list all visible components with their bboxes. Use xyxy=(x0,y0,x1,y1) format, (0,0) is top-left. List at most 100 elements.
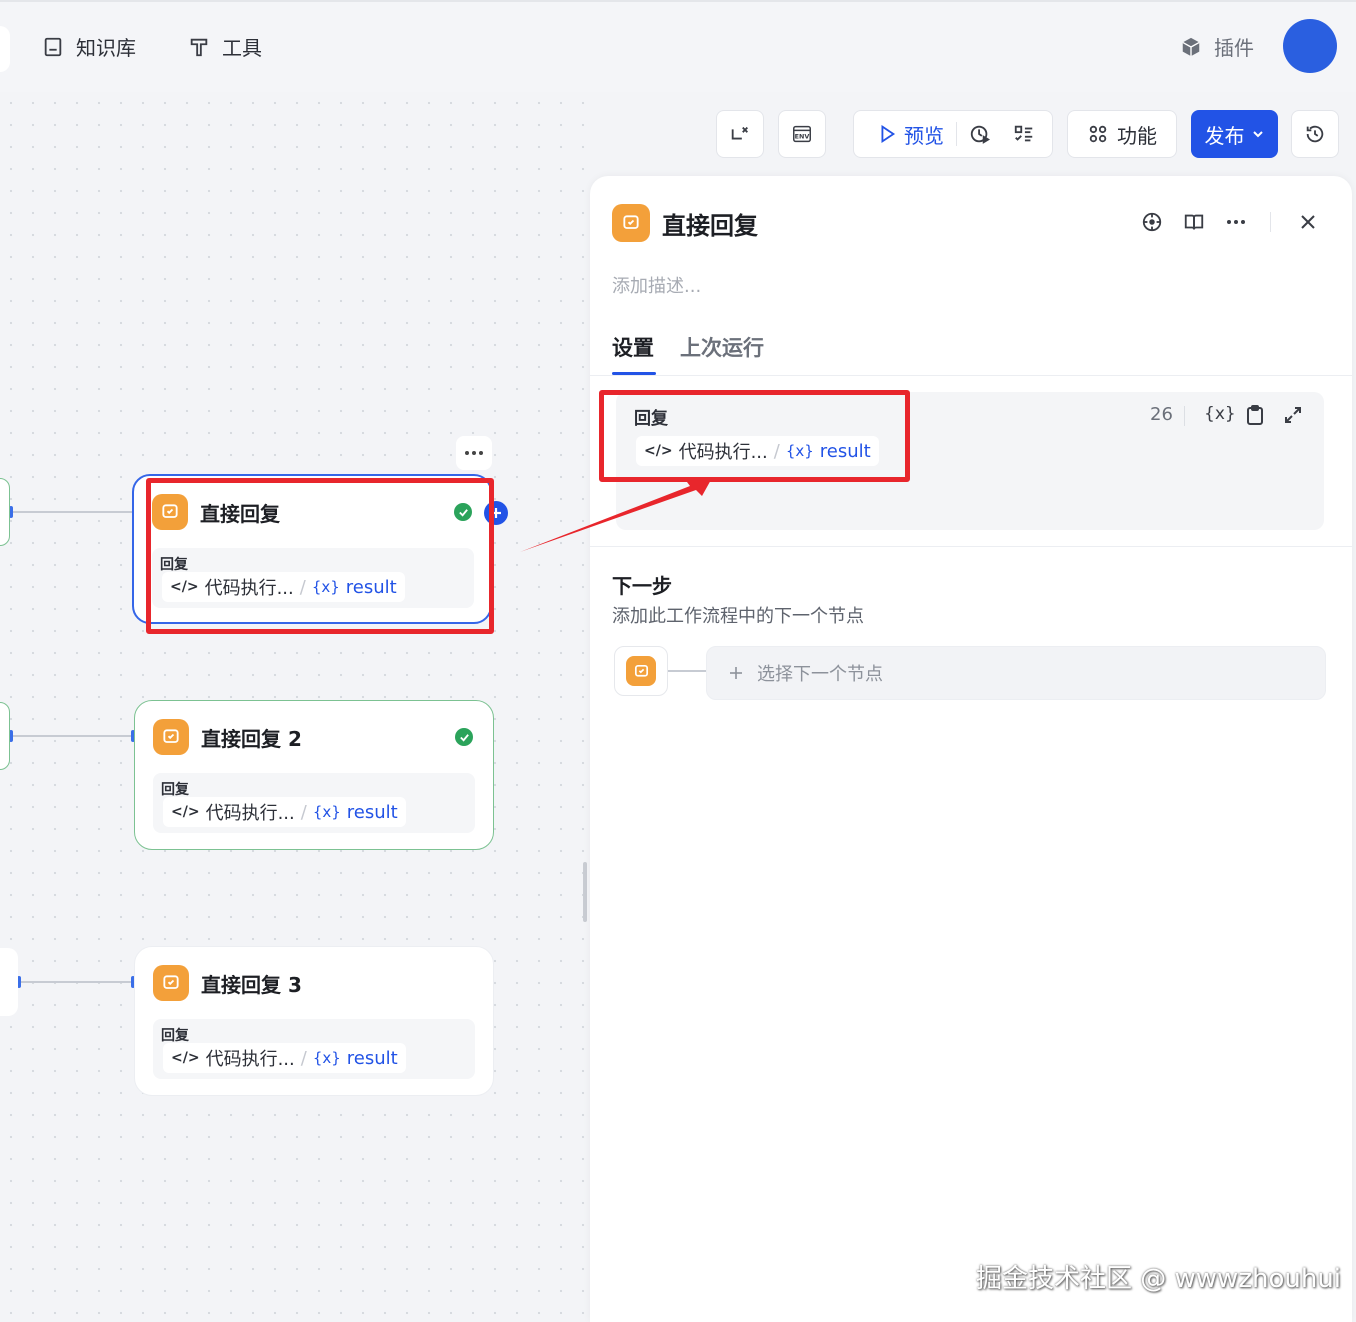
count-divider xyxy=(1184,406,1185,426)
features-button[interactable]: 功能 xyxy=(1067,110,1177,158)
select-next-node-label: 选择下一个节点 xyxy=(757,664,883,685)
preview-label: 预览 xyxy=(904,123,944,148)
expand-button[interactable] xyxy=(1282,404,1304,426)
node-config-panel: 直接回复 添加描述... 设置 上次运行 回复 26 {x} </> 代码执行.… xyxy=(590,176,1352,1322)
node-direct-reply-3[interactable]: 直接回复 3 回复 </> 代码执行... / {x} result xyxy=(134,946,494,1096)
node-reply-body: 回复 </> 代码执行... / {x} result xyxy=(153,1019,475,1079)
nav-knowledge-label: 知识库 xyxy=(76,36,136,60)
close-icon xyxy=(1301,215,1315,229)
edge-2 xyxy=(10,735,134,737)
edge-1 xyxy=(10,511,134,513)
chip-separator: / xyxy=(300,1047,307,1069)
preview-group: 预览 xyxy=(853,110,1053,158)
description-input[interactable]: 添加描述... xyxy=(612,272,701,298)
features-label: 功能 xyxy=(1117,123,1157,148)
book-icon xyxy=(44,37,62,56)
run-history-button[interactable] xyxy=(969,123,991,145)
select-next-node-button[interactable]: 选择下一个节点 xyxy=(706,646,1326,700)
nav-tools-label: 工具 xyxy=(222,36,262,60)
next-step-title: 下一步 xyxy=(612,574,672,598)
checklist-button[interactable] xyxy=(716,110,764,158)
hammer-icon xyxy=(190,38,208,56)
chip-separator: / xyxy=(300,801,307,823)
env-button[interactable]: ENV xyxy=(778,110,826,158)
svg-text:ENV: ENV xyxy=(795,133,810,141)
version-history-button[interactable] xyxy=(1291,110,1339,158)
panel-title[interactable]: 直接回复 xyxy=(662,206,758,241)
prev-node-2-edge[interactable] xyxy=(0,702,10,770)
variable-chip: </> 代码执行... / {x} result xyxy=(163,1043,406,1073)
plus-icon xyxy=(730,667,742,679)
list-check-icon xyxy=(1014,125,1033,142)
more-dot xyxy=(465,451,469,455)
variable-inspect-button[interactable] xyxy=(1013,123,1035,145)
annotation-box-panel xyxy=(599,390,910,482)
nav-knowledge[interactable]: 知识库 xyxy=(42,32,136,61)
play-icon xyxy=(881,124,896,144)
watermark: 掘金技术社区 @ wwwzhouhui xyxy=(976,1264,1342,1294)
book-open-icon xyxy=(1184,214,1204,230)
node-direct-reply-2[interactable]: 直接回复 2 回复 </> 代码执行... / {x} result xyxy=(134,700,494,850)
prev-node-1-edge[interactable] xyxy=(0,478,10,546)
expand-icon xyxy=(1285,407,1301,423)
chip-variable: result xyxy=(346,801,398,823)
toolbar-divider xyxy=(956,122,957,146)
char-count: 26 xyxy=(1150,404,1173,425)
chip-variable: result xyxy=(346,1047,398,1069)
nav-plugins-label: 插件 xyxy=(1214,36,1254,60)
insert-variable-button[interactable]: {x} xyxy=(1204,404,1236,424)
section-divider xyxy=(590,546,1352,547)
preview-button[interactable]: 预览 xyxy=(876,120,944,149)
variable-icon: {x} xyxy=(312,803,341,821)
publish-label: 发布 xyxy=(1204,123,1245,148)
more-dot xyxy=(1227,220,1231,224)
annotation-box-node xyxy=(146,478,494,634)
chip-source: 代码执行... xyxy=(205,1049,295,1070)
history-icon xyxy=(1306,125,1324,143)
reply-label: 回复 xyxy=(161,1028,189,1044)
panel-more-button[interactable] xyxy=(1224,210,1248,234)
cube-icon xyxy=(1182,37,1200,56)
reply-node-icon xyxy=(153,719,189,755)
docs-button[interactable] xyxy=(1182,210,1206,234)
clipboard-icon xyxy=(1247,405,1263,425)
apps-icon xyxy=(1089,125,1107,143)
close-panel-button[interactable] xyxy=(1296,210,1320,234)
tab-last-run[interactable]: 上次运行 xyxy=(680,332,764,362)
locate-button[interactable] xyxy=(1140,210,1164,234)
reply-node-icon xyxy=(153,965,189,1001)
success-check-icon xyxy=(455,728,473,746)
nav-plugins[interactable]: 插件 xyxy=(1180,32,1254,61)
avatar[interactable] xyxy=(1283,19,1337,73)
more-dot xyxy=(1241,220,1245,224)
tab-settings[interactable]: 设置 xyxy=(612,332,654,362)
node-more-button[interactable] xyxy=(456,436,492,470)
more-dot xyxy=(472,451,476,455)
nav-tools[interactable]: 工具 xyxy=(188,32,262,61)
more-dot xyxy=(479,451,483,455)
panel-resize-handle[interactable] xyxy=(583,862,587,922)
current-node-icon xyxy=(614,646,668,696)
tabs-divider xyxy=(590,375,1352,376)
nav-tab-edge[interactable] xyxy=(0,26,10,72)
edge-3 xyxy=(18,981,134,983)
more-dot xyxy=(1234,220,1238,224)
reply-node-icon xyxy=(626,656,656,686)
copy-button[interactable] xyxy=(1244,404,1266,426)
publish-button[interactable]: 发布 xyxy=(1191,110,1278,158)
code-icon: </> xyxy=(171,1050,200,1066)
prev-node-3-edge[interactable] xyxy=(0,948,18,1016)
header-divider xyxy=(1270,212,1271,232)
node-title: 直接回复 2 xyxy=(201,727,302,751)
top-nav: 知识库 工具 插件 xyxy=(0,0,1356,92)
chevron-down-icon xyxy=(1252,131,1263,138)
code-icon: </> xyxy=(171,804,200,820)
clock-play-icon xyxy=(970,125,991,144)
variable-icon: {x} xyxy=(312,1049,341,1067)
next-step-subtitle: 添加此工作流程中的下一个节点 xyxy=(612,606,864,627)
node-reply-body: 回复 </> 代码执行... / {x} result xyxy=(153,773,475,833)
crosshair-icon xyxy=(1142,212,1162,232)
reply-node-icon xyxy=(612,204,650,242)
variable-chip: </> 代码执行... / {x} result xyxy=(163,797,406,827)
env-icon: ENV xyxy=(793,125,811,143)
